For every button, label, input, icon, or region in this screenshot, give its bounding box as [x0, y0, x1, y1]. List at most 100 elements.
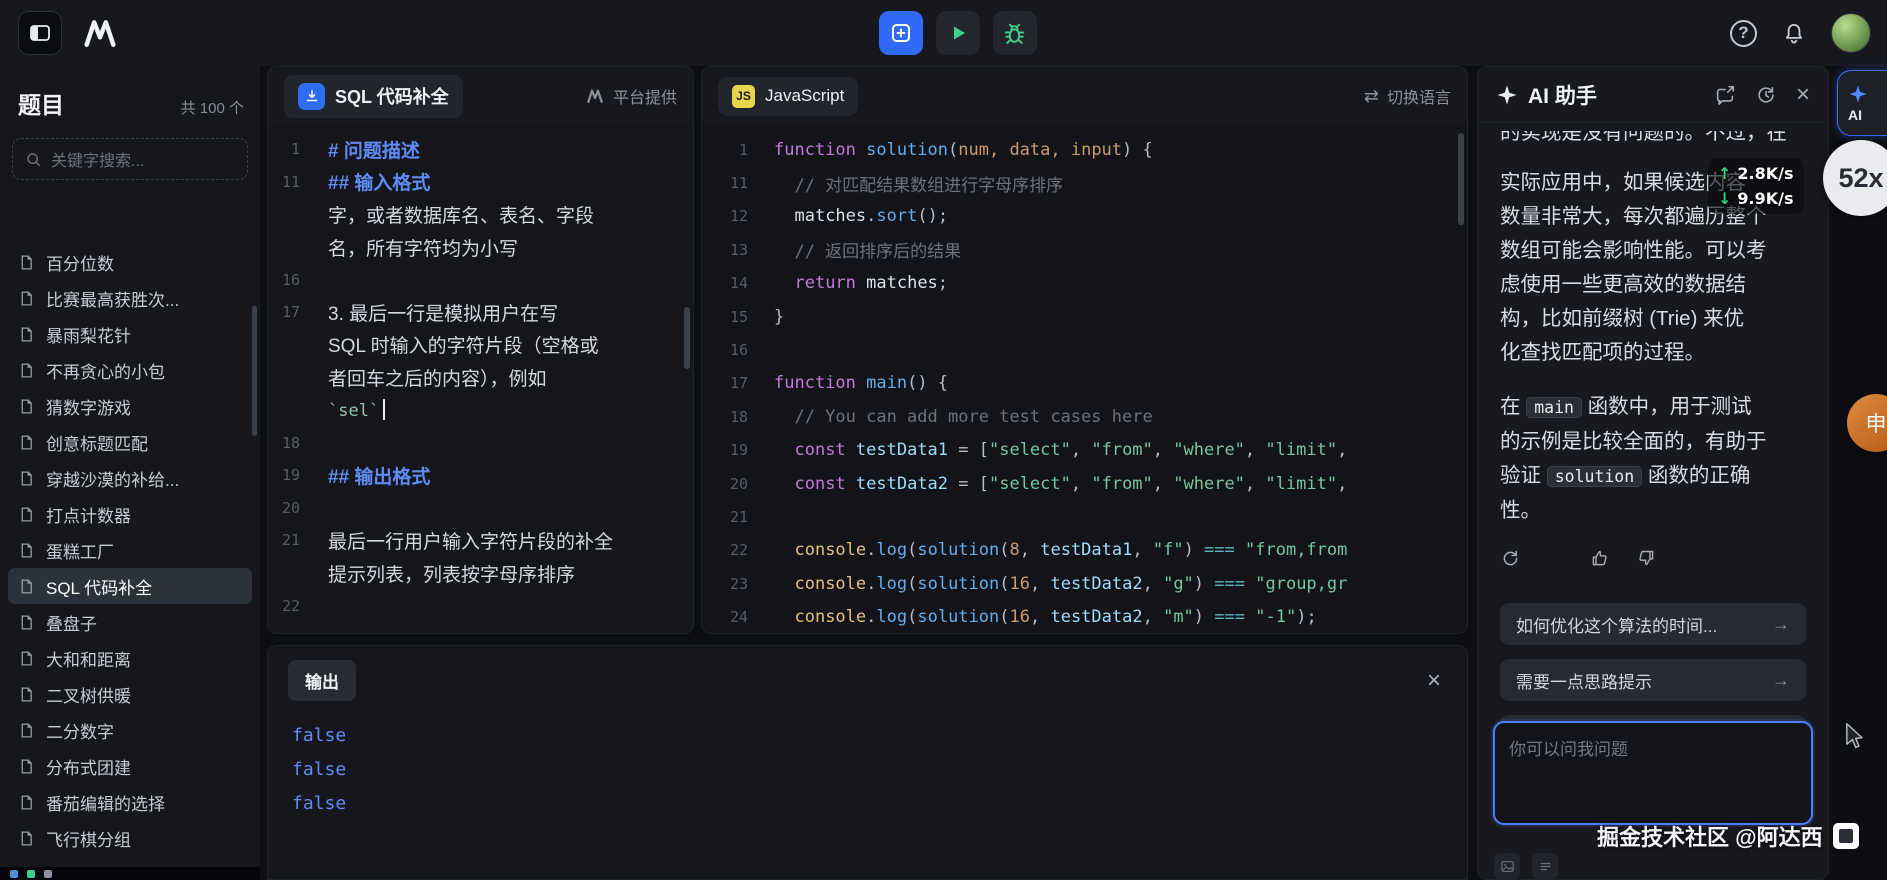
arrow-right-icon: → [1772, 670, 1790, 691]
output-tab[interactable]: 输出 [288, 660, 356, 701]
code-text: function solution(num, data, input) { [774, 140, 1153, 160]
document-icon [18, 290, 35, 307]
run-button[interactable] [936, 11, 980, 55]
arrow-right-icon: → [1772, 614, 1790, 635]
document-icon [18, 578, 35, 595]
line-number: 16 [702, 341, 774, 359]
code-text: return matches; [774, 273, 948, 293]
sidebar-problem-item[interactable]: 创意标题匹配 [8, 424, 252, 460]
document-icon [18, 830, 35, 847]
search-icon [25, 151, 42, 168]
ai-message-line: 性。 [1500, 494, 1806, 528]
user-avatar[interactable] [1831, 13, 1871, 53]
line-number: 13 [702, 241, 774, 259]
ai-input-toolbar [1494, 853, 1558, 879]
code-scrollbar[interactable] [1458, 133, 1464, 225]
document-icon [18, 794, 35, 811]
problem-line: `sel` [268, 394, 693, 427]
watermark-logo-icon [1833, 823, 1859, 849]
code-text: const testData1 = ["select", "from", "wh… [774, 440, 1347, 460]
line-number: 1 [268, 140, 316, 158]
notifications-bell-icon[interactable] [1781, 20, 1807, 46]
sidebar-problem-item[interactable]: 穿越沙漠的补给... [8, 460, 252, 496]
code-text: console.log(solution(16, testData2, "m")… [774, 607, 1317, 627]
ai-message-line: 的实现是没有问题的。不过，在 [1500, 131, 1806, 148]
ai-extension-button[interactable]: AI [1837, 70, 1887, 136]
code-line: 11 // 对匹配结果数组进行字母序排序 [702, 166, 1467, 199]
ai-chat-input[interactable]: 你可以问我问题 [1493, 721, 1813, 825]
document-icon [18, 686, 35, 703]
problem-scrollbar[interactable] [684, 307, 690, 369]
sidebar-item-label: 创意标题匹配 [46, 430, 148, 455]
sidebar-problem-item[interactable]: 翻转后最大子数... [8, 856, 252, 866]
sidebar-problem-item[interactable]: SQL 代码补全 [8, 568, 252, 604]
code-line: 21 [702, 500, 1467, 533]
sidebar-problem-item[interactable]: 飞行棋分组 [8, 820, 252, 856]
download-speed: 9.9K/s [1737, 189, 1793, 208]
sidebar-problem-item[interactable]: 叠盘子 [8, 604, 252, 640]
sidebar-problem-item[interactable]: 打点计数器 [8, 496, 252, 532]
output-line: false [292, 753, 1443, 787]
code-editor[interactable]: 1 function solution(num, data, input) { … [702, 125, 1467, 633]
sidebar-problem-item[interactable]: 不再贪心的小包 [8, 352, 252, 388]
line-text: SQL 时输入的字符片段（空格或 [316, 331, 599, 358]
sidebar-problem-item[interactable]: 比赛最高获胜次... [8, 280, 252, 316]
problem-line: 1 # 问题描述 [268, 133, 693, 166]
search-input[interactable]: 关键字搜索... [12, 138, 248, 180]
problem-tab[interactable]: SQL 代码补全 [284, 75, 463, 118]
debug-button[interactable] [993, 11, 1037, 55]
activity-float-button[interactable]: 申 [1847, 394, 1887, 452]
problem-line: 21 最后一行用户输入字符片段的补全 [268, 524, 693, 557]
line-number: 12 [702, 207, 774, 225]
language-tab[interactable]: JS JavaScript [718, 77, 858, 116]
share-chat-icon[interactable] [1714, 84, 1736, 106]
switch-language-button[interactable]: ⇄ 切换语言 [1364, 84, 1451, 108]
ai-message-line: 验证 solution 函数的正确 [1500, 459, 1806, 494]
sidebar-problem-item[interactable]: 分布式团建 [8, 748, 252, 784]
marscode-logo [78, 17, 122, 49]
ai-sparkle-icon [1496, 84, 1518, 106]
document-icon [18, 542, 35, 559]
add-window-button[interactable] [879, 11, 923, 55]
upload-speed: 2.8K/s [1737, 164, 1793, 183]
sidebar-problem-item[interactable]: 大和和距离 [8, 640, 252, 676]
regenerate-icon[interactable] [1500, 548, 1521, 569]
attach-image-icon[interactable] [1494, 853, 1520, 879]
sidebar-problem-item[interactable]: 蛋糕工厂 [8, 532, 252, 568]
problem-line: 17 3. 最后一行是模拟用户在写 [268, 296, 693, 329]
document-icon [18, 254, 35, 271]
sidebar-problem-item[interactable]: 番茄编辑的选择 [8, 784, 252, 820]
problem-panel: SQL 代码补全 平台提供 1 # 问题描述 11 ## 输入格式 [267, 66, 694, 634]
sidebar-problem-item[interactable]: 二分数字 [8, 712, 252, 748]
help-button[interactable]: ? [1730, 20, 1757, 47]
run-controls [879, 11, 1037, 55]
code-line: 17 function main() { [702, 367, 1467, 400]
line-number: 15 [702, 308, 774, 326]
document-icon [18, 326, 35, 343]
thumbs-up-icon[interactable] [1589, 548, 1610, 569]
sidebar-problem-item[interactable]: 百分位数 [8, 244, 252, 280]
document-icon [18, 614, 35, 631]
line-number: 17 [702, 374, 774, 392]
close-icon[interactable]: × [1796, 83, 1810, 107]
suggestion-chip[interactable]: 如何优化这个算法的时间... → [1500, 603, 1806, 645]
history-icon[interactable] [1755, 84, 1777, 106]
sidebar-problem-item[interactable]: 二叉树供暖 [8, 676, 252, 712]
speed-multiplier-badge: 52x [1823, 140, 1887, 216]
close-icon[interactable]: × [1427, 669, 1441, 693]
sidebar-problem-item[interactable]: 猜数字游戏 [8, 388, 252, 424]
line-number: 21 [268, 531, 316, 549]
sidebar-problem-item[interactable]: 暴雨梨花针 [8, 316, 252, 352]
topbar: ? [0, 0, 1887, 66]
ai-message-line: 构，比如前缀树 (Trie) 来优 [1500, 302, 1806, 336]
command-icon[interactable] [1532, 853, 1558, 879]
panel-toggle-button[interactable] [18, 11, 62, 55]
code-line: 12 matches.sort(); [702, 200, 1467, 233]
sidebar-item-label: 百分位数 [46, 250, 114, 275]
suggestion-chip[interactable]: 需要一点思路提示 → [1500, 659, 1806, 701]
sidebar-scrollbar[interactable] [252, 306, 257, 436]
line-text: 最后一行用户输入字符片段的补全 [316, 527, 613, 554]
problem-line: 20 [268, 492, 693, 525]
problem-description-editor[interactable]: 1 # 问题描述 11 ## 输入格式 字，或者数据库名、表名、字段 名，所有字… [268, 125, 693, 633]
thumbs-down-icon[interactable] [1636, 548, 1657, 569]
